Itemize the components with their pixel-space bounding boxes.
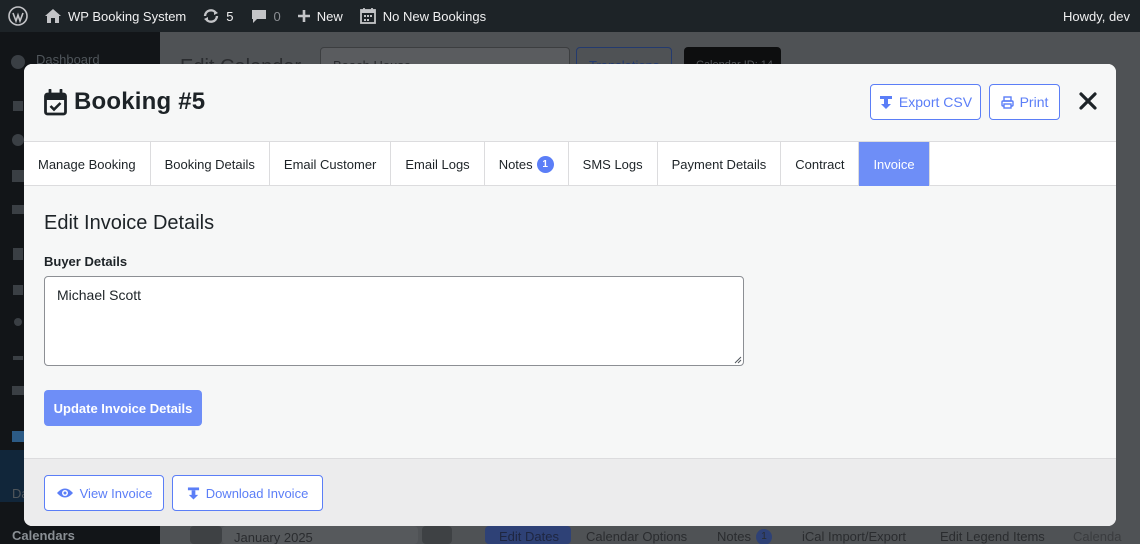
prev-month-button[interactable] [190,526,222,544]
print-button[interactable]: Print [989,84,1060,120]
bookings-label: No New Bookings [382,8,487,24]
view-invoice-button[interactable]: View Invoice [44,475,164,511]
next-month-button[interactable] [422,526,452,544]
updates-count: 5 [226,8,234,24]
print-icon [1000,95,1014,109]
tab-booking-details[interactable]: Booking Details [151,142,270,186]
modal-tabs: Manage Booking Booking Details Email Cus… [24,141,1116,186]
tab-sms-logs[interactable]: SMS Logs [569,142,658,186]
site-name-link[interactable]: WP Booking System [36,0,194,32]
tab-email-logs[interactable]: Email Logs [391,142,485,186]
plus-icon [297,10,310,22]
download-invoice-button[interactable]: Download Invoice [172,475,323,511]
tab-calendar[interactable]: Calenda [1073,529,1121,544]
buyer-details-label: Buyer Details [44,254,128,269]
notes-badge: 1 [756,529,772,544]
tab-manage-booking[interactable]: Manage Booking [24,142,151,186]
tab-ical[interactable]: iCal Import/Export [802,529,906,544]
tab-email-customer[interactable]: Email Customer [270,142,392,186]
invoice-panel: Edit Invoice Details Buyer Details Micha… [24,186,1116,458]
comments-count: 0 [273,8,281,24]
new-content-link[interactable]: New [289,0,351,32]
comments-link[interactable]: 0 [242,0,289,32]
tab-invoice[interactable]: Invoice [859,142,930,186]
home-icon [45,9,61,23]
wordpress-logo-icon[interactable] [0,0,36,32]
tab-edit-legend[interactable]: Edit Legend Items [940,529,1045,544]
notes-count-badge: 1 [536,155,554,173]
download-icon [187,486,199,500]
buyer-details-textarea[interactable]: Michael Scott [44,276,744,366]
modal-title: Booking #5 [44,88,205,116]
export-csv-button[interactable]: Export CSV [870,84,981,120]
calendar-check-icon [44,88,67,115]
tab-notes[interactable]: Notes 1 [485,142,569,186]
sidebar-item-calendars[interactable]: Calendars [12,528,75,543]
bookings-link[interactable]: No New Bookings [351,0,494,32]
tab-calendar-options[interactable]: Calendar Options [586,529,687,544]
howdy-text: Howdy, dev [1063,8,1130,24]
modal-footer: View Invoice Download Invoice [24,458,1116,526]
new-label: New [316,8,343,24]
tab-payment-details[interactable]: Payment Details [658,142,782,186]
booking-modal: Booking #5 Export CSV Print Manage Booki… [24,64,1116,526]
updates-link[interactable]: 5 [194,0,241,32]
eye-icon [56,488,73,498]
modal-header: Booking #5 Export CSV Print [24,64,1116,141]
my-account-link[interactable]: Howdy, dev [1055,0,1140,32]
close-icon[interactable] [1076,89,1100,113]
tab-edit-dates[interactable]: Edit Dates [485,526,571,544]
tab-contract[interactable]: Contract [781,142,860,186]
resize-handle-icon[interactable] [734,356,742,364]
comment-icon [251,10,266,23]
section-title: Edit Invoice Details [44,212,215,234]
download-icon [879,95,892,109]
updates-icon [204,9,219,23]
booking-title: Booking #5 [74,88,206,115]
tab-notes[interactable]: Notes [717,529,751,544]
month-select[interactable]: January 2025 [222,526,418,544]
admin-bar: WP Booking System 5 0 New No New Booking… [0,0,1140,32]
site-name: WP Booking System [68,8,187,24]
update-invoice-details-button[interactable]: Update Invoice Details [44,390,202,426]
calendar-icon [359,8,376,24]
